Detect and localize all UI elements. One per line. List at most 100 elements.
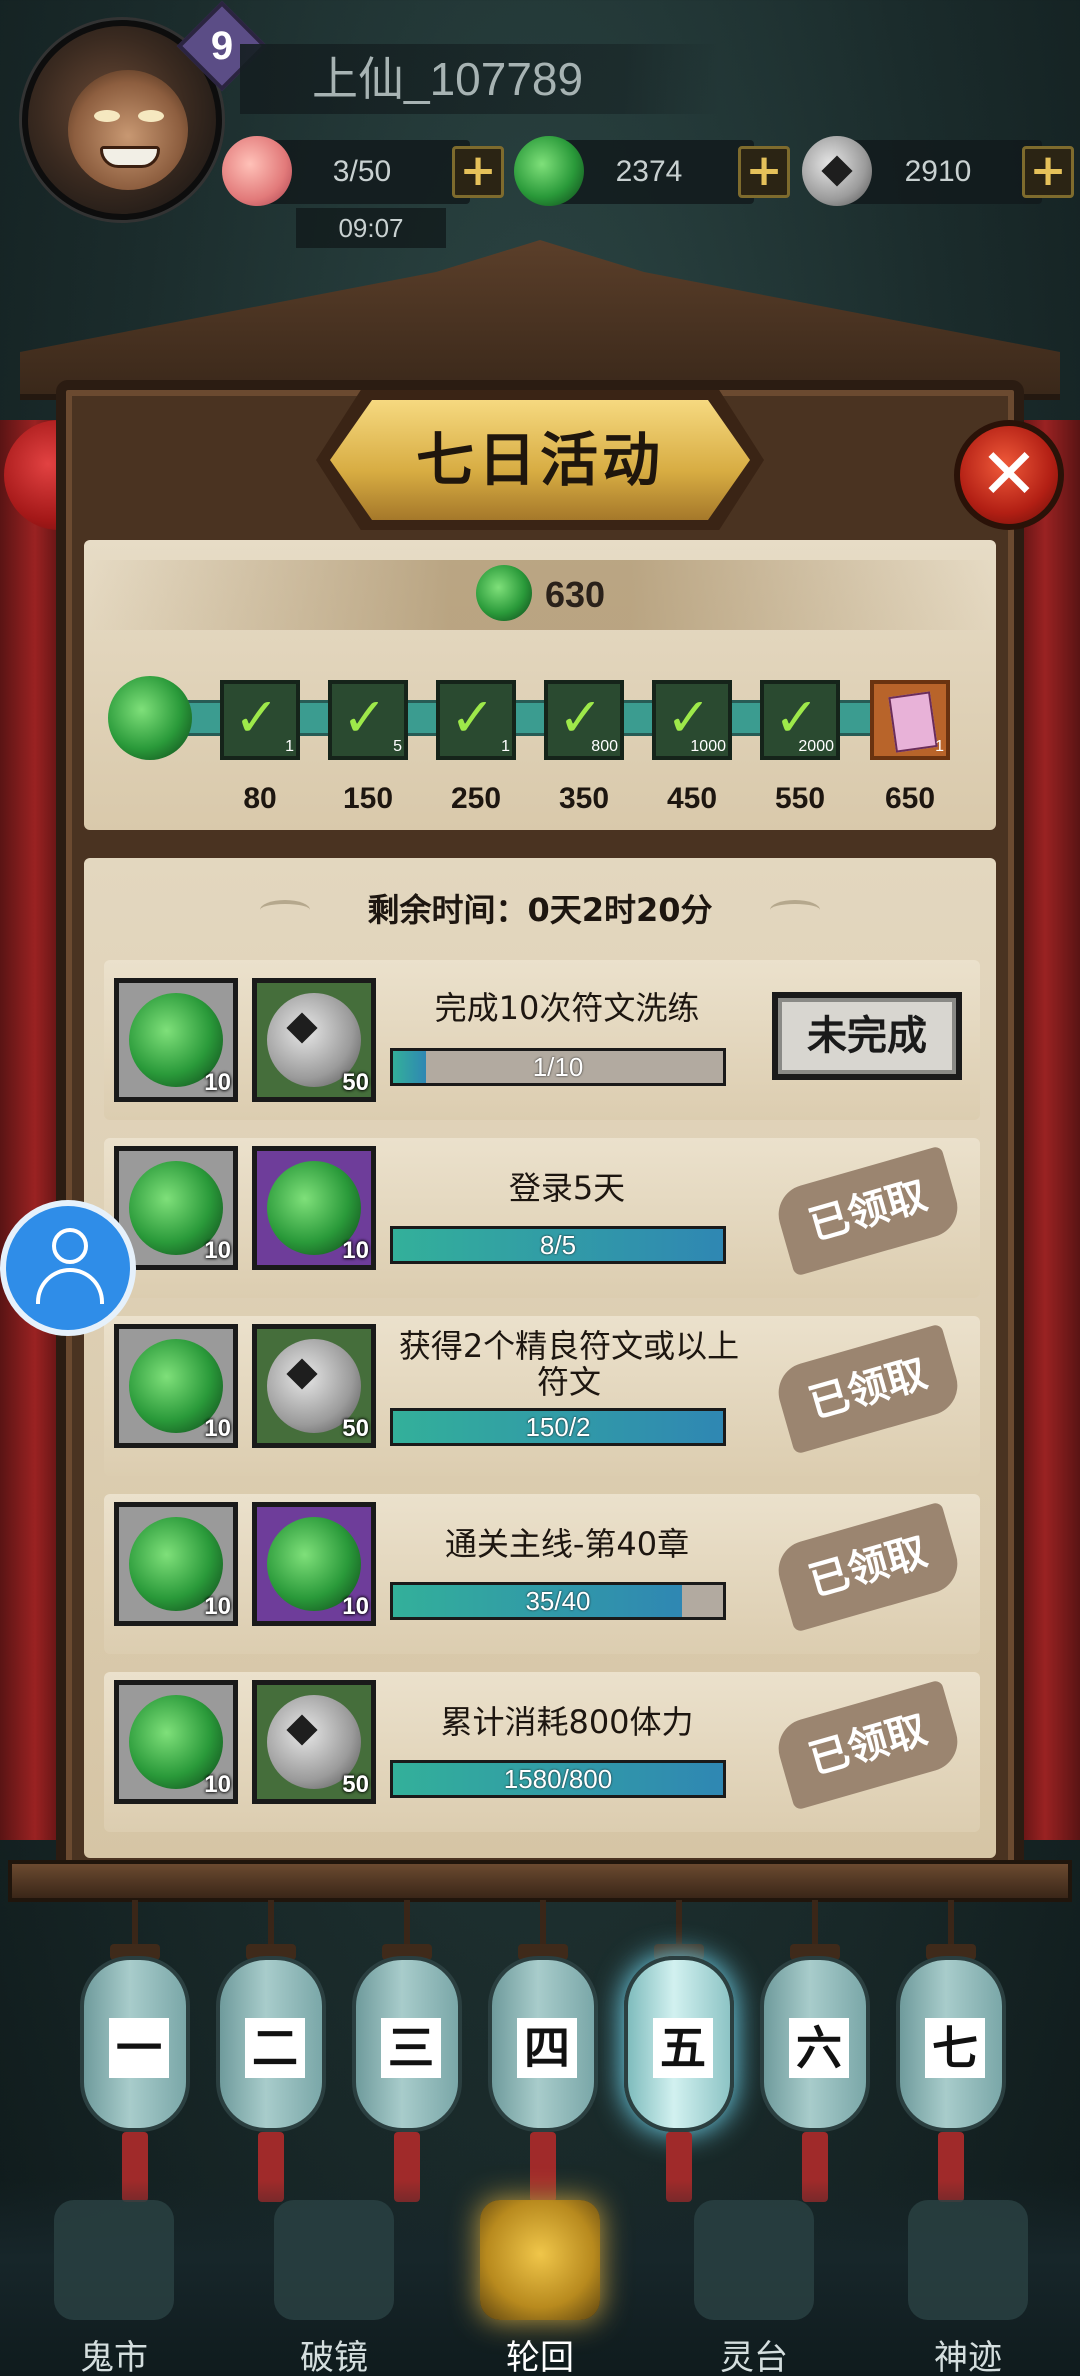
- relic-icon: [908, 2200, 1028, 2320]
- nav-label: 鬼市: [80, 2338, 148, 2376]
- jade-token-icon: [476, 565, 532, 621]
- check-icon: ✓: [342, 686, 388, 749]
- yin-yang-icon: [480, 2200, 600, 2320]
- nav-label: 神迹: [934, 2338, 1002, 2376]
- day-lantern[interactable]: 二: [216, 1900, 326, 2210]
- reward-count: 10: [204, 1237, 231, 1264]
- jade-token-reward[interactable]: 10: [114, 1324, 238, 1448]
- milestone-label: 650: [884, 782, 936, 815]
- monkey-face-icon: [68, 70, 188, 190]
- task-row: 10 50 累计消耗800体力 1580/800 已领取: [104, 1672, 980, 1832]
- milestone-label: 550: [774, 782, 826, 815]
- nav-label: 灵台: [720, 2338, 788, 2376]
- milestone-card-reward[interactable]: 1: [870, 680, 950, 760]
- task-progress: 1/10: [390, 1048, 726, 1086]
- claimed-stamp: 已领取: [771, 1501, 965, 1633]
- jade-token-reward[interactable]: 10: [114, 978, 238, 1102]
- reward-count: 10: [204, 1069, 231, 1096]
- reward-count: 50: [342, 1069, 369, 1096]
- task-progress: 35/40: [390, 1582, 726, 1620]
- milestone-chest[interactable]: ✓ 1000: [652, 680, 732, 760]
- panel-roof: [20, 240, 1060, 400]
- milestone-label: 150: [342, 782, 394, 815]
- reward-count: 10: [204, 1771, 231, 1798]
- reward-count: 10: [204, 1593, 231, 1620]
- remaining-time: 剩余时间：0天2时20分: [367, 891, 713, 929]
- progress-text: 8/5: [539, 1230, 577, 1260]
- jade-token-reward[interactable]: 10: [114, 1680, 238, 1804]
- claimed-stamp: 已领取: [771, 1679, 965, 1811]
- progress-text: 1580/800: [503, 1764, 613, 1794]
- nav-miracles[interactable]: 神迹: [878, 2190, 1058, 2376]
- milestone-chest[interactable]: ✓ 5: [328, 680, 408, 760]
- milestone-qty: 1: [501, 738, 510, 755]
- peach-icon: [222, 136, 292, 206]
- progress-text: 150/2: [525, 1412, 591, 1442]
- milestone-label: 350: [558, 782, 610, 815]
- add-stamina-button[interactable]: +: [452, 146, 504, 198]
- task-name: 登录5天: [508, 1169, 626, 1207]
- day-label: 一: [109, 2018, 169, 2078]
- track-start-token-icon: [108, 676, 192, 760]
- nav-reincarnation[interactable]: 轮回: [450, 2190, 630, 2376]
- check-icon: ✓: [450, 686, 496, 749]
- claimed-stamp: 已领取: [771, 1145, 965, 1277]
- milestone-chest[interactable]: ✓ 1: [220, 680, 300, 760]
- jade-token-reward[interactable]: 10: [114, 1502, 238, 1626]
- day-lantern[interactable]: 三: [352, 1900, 462, 2210]
- incomplete-button[interactable]: 未完成: [772, 992, 962, 1080]
- day-lantern[interactable]: 一: [80, 1900, 190, 2210]
- lantern-beam: [8, 1860, 1072, 1902]
- top-bar: 9 上仙_107789 3/50 + 2374 + 2910 + 09:07: [0, 0, 1080, 250]
- task-name: 获得2个精良符文或以上符文: [398, 1327, 740, 1401]
- task-name: 累计消耗800体力: [440, 1703, 694, 1741]
- reward-count: 50: [342, 1415, 369, 1442]
- task-name: 通关主线-第40章: [444, 1525, 690, 1563]
- task-row: 10 50 完成10次符文洗练 1/10 未完成: [104, 960, 980, 1120]
- add-jade-button[interactable]: +: [738, 146, 790, 198]
- reward-count: 50: [342, 1771, 369, 1798]
- day-label: 六: [789, 2018, 849, 2078]
- ghost-market-icon: [54, 2200, 174, 2320]
- coin-reward[interactable]: 50: [252, 1680, 376, 1804]
- jade-dragon-icon: [514, 136, 584, 206]
- task-row: 10 50 获得2个精良符文或以上符文 150/2 已领取: [104, 1316, 980, 1476]
- milestone-qty: 2000: [798, 738, 834, 755]
- day-lantern[interactable]: 六: [760, 1900, 870, 2210]
- task-row: 10 10 通关主线-第40章 35/40 已领取: [104, 1494, 980, 1654]
- task-row: 10 10 登录5天 8/5 已领取: [104, 1138, 980, 1298]
- assistant-float-button[interactable]: [0, 1200, 136, 1336]
- day-label: 二: [245, 2018, 305, 2078]
- reward-count: 10: [342, 1593, 369, 1620]
- nav-break-mirror[interactable]: 破镜: [244, 2190, 424, 2376]
- coin-reward[interactable]: 50: [252, 978, 376, 1102]
- mystery-card-icon: [888, 691, 938, 753]
- add-coins-button[interactable]: +: [1022, 146, 1074, 198]
- coin-reward[interactable]: 50: [252, 1324, 376, 1448]
- milestone-chest[interactable]: ✓ 800: [544, 680, 624, 760]
- day-lantern[interactable]: 四: [488, 1900, 598, 2210]
- task-progress: 8/5: [390, 1226, 726, 1264]
- stamina-timer: 09:07: [296, 208, 446, 248]
- nav-label: 破镜: [300, 2338, 368, 2376]
- day-lantern-active[interactable]: 五: [624, 1900, 734, 2210]
- milestone-label: 450: [666, 782, 718, 815]
- jade-dragon-reward[interactable]: 10: [252, 1502, 376, 1626]
- progress-text: 1/10: [532, 1052, 584, 1082]
- activity-points: 630: [84, 560, 996, 630]
- milestone-label: 250: [450, 782, 502, 815]
- progress-text: 35/40: [525, 1586, 591, 1616]
- milestone-chest[interactable]: ✓ 2000: [760, 680, 840, 760]
- reward-count: 10: [204, 1415, 231, 1442]
- milestone-qty: 1: [285, 738, 294, 755]
- milestone-chest[interactable]: ✓ 1: [436, 680, 516, 760]
- close-button[interactable]: ✕: [954, 420, 1064, 530]
- task-progress: 1580/800: [390, 1760, 726, 1798]
- claimed-stamp: 已领取: [771, 1323, 965, 1455]
- mirror-icon: [274, 2200, 394, 2320]
- nav-ghost-market[interactable]: 鬼市: [24, 2190, 204, 2376]
- task-progress: 150/2: [390, 1408, 726, 1446]
- day-lantern[interactable]: 七: [896, 1900, 1006, 2210]
- jade-dragon-reward[interactable]: 10: [252, 1146, 376, 1270]
- nav-spirit-platform[interactable]: 灵台: [664, 2190, 844, 2376]
